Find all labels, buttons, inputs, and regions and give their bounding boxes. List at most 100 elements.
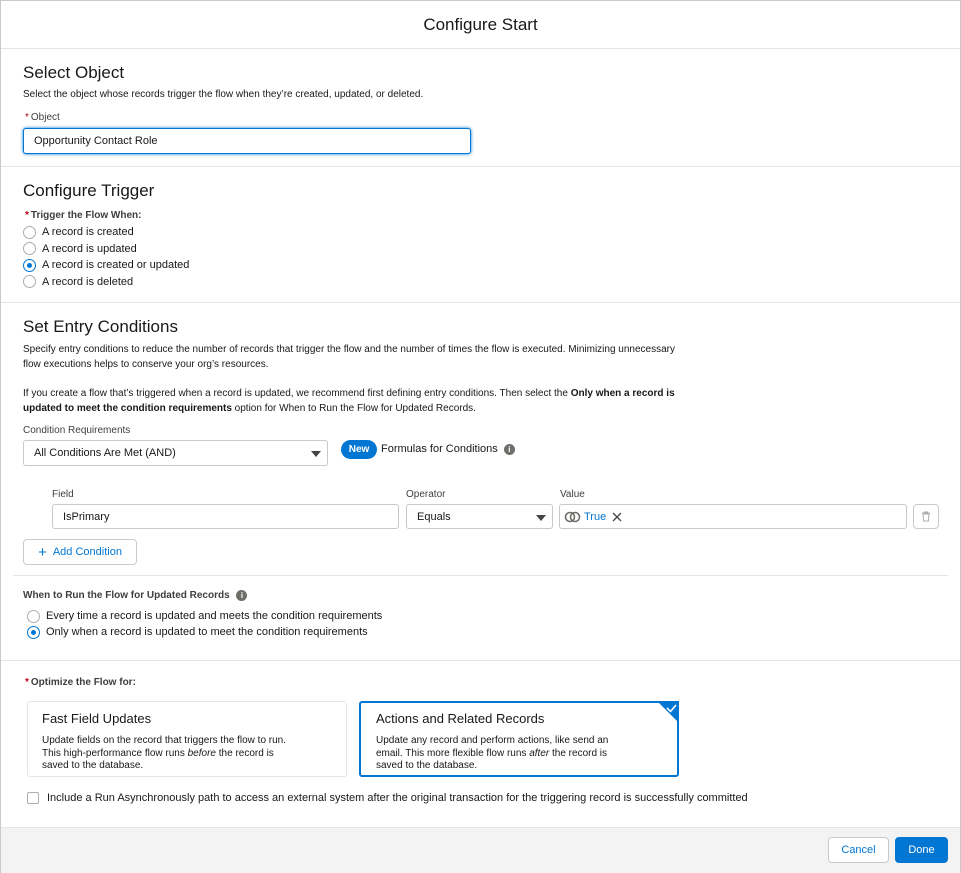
field-column-header: Field (52, 489, 74, 500)
card2-line2: email. This more flexible flow runs (376, 747, 530, 759)
required-mark: * (25, 210, 29, 221)
formulas-label-text: Formulas for Conditions (381, 443, 498, 455)
checkmark-icon (657, 701, 679, 723)
trigger-label-text: Trigger the Flow When: (30, 210, 142, 221)
object-label-text: Object (30, 112, 60, 123)
select-object-section: Select Object Select the object whose re… (1, 49, 960, 167)
when-to-run-radio-group: Every time a record is updated and meets… (27, 608, 382, 640)
done-button[interactable]: Done (895, 837, 948, 863)
add-condition-label: Add Condition (52, 546, 122, 558)
card2-line2-end: the record is (549, 747, 608, 759)
entry-description-2-end: option for When to Run the Flow for Upda… (231, 403, 476, 414)
optimize-label-text: Optimize the Flow for: (30, 677, 136, 688)
object-input-value: Opportunity Contact Role (34, 135, 158, 147)
delete-condition-button[interactable] (913, 504, 939, 529)
when-to-run-option[interactable]: Every time a record is updated and meets… (27, 608, 382, 624)
radio-button[interactable] (23, 225, 36, 239)
condition-operator-value: Equals (417, 510, 451, 523)
trigger-option[interactable]: A record is created or updated (23, 257, 189, 274)
card1-line3: saved to the database. (42, 760, 144, 771)
formulas-label: Formulas for Conditions i (381, 443, 515, 455)
configure-trigger-section: Configure Trigger * Trigger the Flow When… (1, 167, 960, 303)
entry-description-2-bold-1: Only when a record is (570, 388, 675, 399)
optimize-label: * Optimize the Flow for: (25, 677, 136, 688)
configure-trigger-title: Configure Trigger (23, 181, 155, 200)
configure-start-modal: Configure Start Select Object Select the… (0, 0, 961, 873)
link-icon (564, 511, 581, 522)
required-mark: * (25, 112, 29, 123)
card1-line2-em: before (187, 747, 216, 759)
condition-requirements-value: All Conditions Are Met (AND) (34, 447, 176, 459)
select-object-title: Select Object (23, 63, 125, 82)
condition-field-value: IsPrimary (63, 510, 110, 523)
radio-button[interactable] (23, 275, 36, 289)
condition-value-pill[interactable]: True (584, 511, 606, 523)
condition-requirements-label: Condition Requirements (23, 425, 131, 436)
object-input[interactable]: Opportunity Contact Role (23, 128, 471, 154)
divider (13, 575, 948, 576)
radio-button[interactable] (27, 625, 40, 639)
when-to-run-option-label: Every time a record is updated and meets… (46, 610, 383, 622)
info-icon[interactable]: i (236, 590, 248, 601)
cancel-button[interactable]: Cancel (828, 837, 889, 863)
operator-column-header: Operator (406, 489, 446, 500)
select-object-description: Select the object whose records trigger … (23, 89, 424, 100)
card1-line2-end: the record is (215, 747, 274, 759)
radio-button[interactable] (23, 258, 36, 272)
trigger-option[interactable]: A record is deleted (23, 274, 189, 291)
condition-value-input[interactable]: True (559, 504, 907, 529)
radio-button[interactable] (23, 242, 36, 256)
async-checkbox-label: Include a Run Asynchronously path to acc… (47, 792, 748, 804)
condition-requirements-select[interactable]: All Conditions Are Met (AND) (23, 440, 328, 466)
card2-line2-em: after (529, 747, 550, 759)
entry-conditions-title: Set Entry Conditions (23, 317, 178, 336)
new-badge: New (341, 440, 377, 459)
async-checkbox-row: Include a Run Asynchronously path to acc… (27, 792, 748, 804)
required-mark: * (25, 677, 29, 688)
card2-line3: saved to the database. (376, 760, 478, 771)
trigger-option-label: A record is created or updated (42, 259, 190, 272)
chevron-down-icon (536, 514, 546, 521)
entry-description-1-line-1: Specify entry conditions to reduce the n… (23, 344, 675, 355)
entry-description-2-text: If you create a flow that’s triggered wh… (23, 388, 571, 399)
value-column-header: Value (560, 489, 585, 500)
optimize-section: * Optimize the Flow for: Fast Field Updat… (1, 662, 960, 827)
close-icon[interactable] (612, 512, 622, 522)
when-to-run-option-label: Only when a record is updated to meet th… (46, 626, 368, 638)
modal-title: Configure Start (1, 1, 960, 49)
when-to-run-option[interactable]: Only when a record is updated to meet th… (27, 624, 382, 640)
condition-operator-select[interactable]: Equals (406, 504, 553, 529)
card1-line1: Update fields on the record that trigger… (42, 735, 287, 746)
fast-field-updates-card[interactable]: Fast Field Updates Update fields on the … (27, 701, 347, 777)
card2-line1: Update any record and perform actions, l… (376, 735, 609, 746)
entry-description-2-bold-2: updated to meet the condition requiremen… (23, 403, 232, 414)
entry-description-1: Specify entry conditions to reduce the n… (23, 342, 675, 372)
entry-conditions-section: Set Entry Conditions Specify entry condi… (1, 303, 960, 661)
trigger-option[interactable]: A record is updated (23, 241, 189, 258)
card1-line2: This high-performance flow runs (42, 747, 188, 759)
entry-description-1-line-2: flow executions helps to conserve your o… (23, 359, 269, 370)
condition-field-input[interactable]: IsPrimary (52, 504, 399, 529)
trigger-option-label: A record is deleted (42, 275, 134, 288)
trash-icon (922, 511, 930, 522)
actions-related-records-description: Update any record and perform actions, l… (376, 735, 662, 773)
modal-footer: Cancel Done (1, 827, 960, 873)
actions-related-records-card[interactable]: Actions and Related Records Update any r… (359, 701, 679, 777)
actions-related-records-title: Actions and Related Records (376, 711, 545, 726)
trigger-option[interactable]: A record is created (23, 224, 189, 241)
fast-field-updates-title: Fast Field Updates (42, 711, 152, 726)
when-to-run-label-text: When to Run the Flow for Updated Records (23, 590, 230, 602)
when-to-run-label: When to Run the Flow for Updated Records… (23, 590, 248, 602)
fast-field-updates-description: Update fields on the record that trigger… (42, 735, 332, 773)
info-icon[interactable]: i (503, 443, 515, 455)
add-condition-button[interactable]: + Add Condition (23, 539, 137, 565)
trigger-radio-group: A record is created A record is updated A … (23, 224, 189, 290)
trigger-option-label: A record is created (42, 226, 134, 239)
trigger-option-label: A record is updated (42, 242, 137, 255)
chevron-down-icon (311, 451, 321, 457)
entry-description-2: If you create a flow that’s triggered wh… (23, 386, 675, 416)
trigger-label: * Trigger the Flow When: (25, 210, 141, 221)
radio-button[interactable] (27, 609, 40, 623)
async-checkbox[interactable] (27, 792, 39, 804)
object-label: * Object (25, 112, 60, 123)
